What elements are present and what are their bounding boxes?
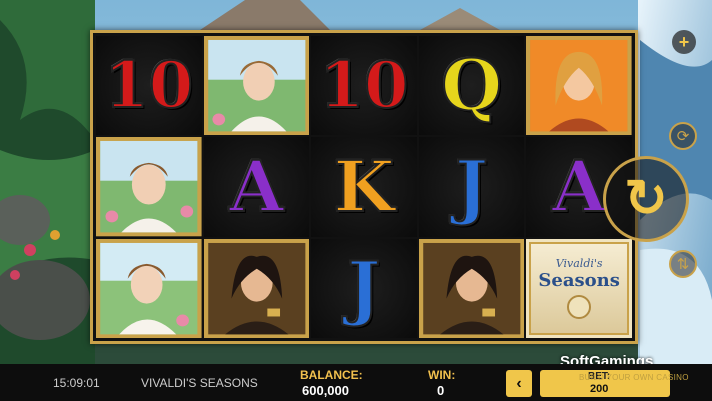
win-value: 0 xyxy=(437,383,445,398)
symbol-jack: J xyxy=(311,238,417,338)
add-button[interactable]: + xyxy=(672,30,696,54)
refresh-icon: ⇅ xyxy=(676,256,690,273)
reel-3: 10 K J xyxy=(311,36,417,338)
symbol-ace: A xyxy=(203,137,310,237)
symbol-ten: 10 xyxy=(96,36,202,136)
reel-grid: 10 A 10 K J Q J A Vivaldi's Seasons xyxy=(90,30,638,344)
game-title: VIVALDI'S SEASONS xyxy=(141,376,258,390)
autoplay-icon: ⟳ xyxy=(676,128,690,145)
bet-value: 200 xyxy=(590,383,609,395)
balance-value: 600,000 xyxy=(302,383,349,398)
reel-4: Q J xyxy=(418,36,525,338)
symbol-portrait-woman-dark xyxy=(203,238,310,338)
reel-1: 10 xyxy=(96,36,202,338)
symbol-king: K xyxy=(311,137,417,237)
symbol-portrait-girl-garden xyxy=(96,238,202,338)
symbol-ten: 10 xyxy=(311,36,417,136)
spin-button[interactable]: ↻ xyxy=(603,156,689,242)
brand-tagline: BUILD YOUR OWN CASINO xyxy=(579,373,689,382)
reel-2: A xyxy=(203,36,310,338)
autoplay-button[interactable]: ⟳ xyxy=(669,122,697,150)
symbol-jack: J xyxy=(418,137,525,237)
symbol-portrait-woman-dark xyxy=(418,238,525,338)
clock: 15:09:01 xyxy=(53,376,100,390)
balance-label: BALANCE: xyxy=(300,368,363,382)
symbol-queen: Q xyxy=(418,36,525,136)
logo-text-top: Vivaldi's xyxy=(555,257,603,271)
spin-arrow-icon: ↻ xyxy=(624,170,668,228)
symbol-logo-vivaldis-seasons: Vivaldi's Seasons xyxy=(526,238,632,338)
clock-ornament xyxy=(567,295,592,320)
refresh-button[interactable]: ⇅ xyxy=(669,250,697,278)
plus-icon: + xyxy=(678,32,690,52)
logo-text-main: Seasons xyxy=(538,270,620,292)
win-label: WIN: xyxy=(428,368,456,382)
symbol-portrait-girl-garden xyxy=(203,36,310,136)
symbol-portrait-woman-fire xyxy=(526,36,632,136)
symbol-portrait-girl-garden xyxy=(96,137,202,237)
chevron-left-icon: ‹ xyxy=(516,374,522,392)
bet-decrease-button[interactable]: ‹ xyxy=(506,370,532,397)
